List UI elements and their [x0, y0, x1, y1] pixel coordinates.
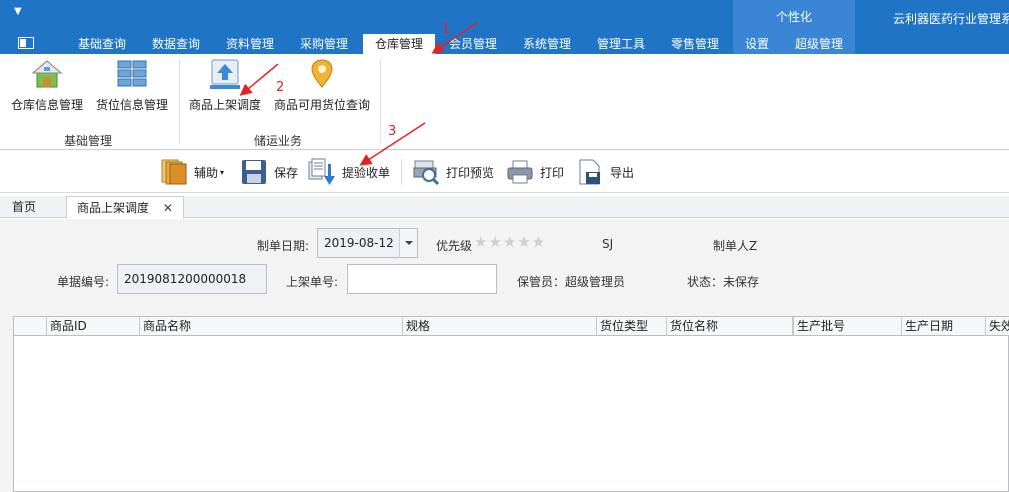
assist-label: 辅助 [194, 165, 219, 180]
goods-shelving-button[interactable]: 商品上架调度 [186, 58, 264, 113]
save-button[interactable]: 保存 [240, 157, 298, 187]
date-value: 2019-08-12 [324, 236, 394, 250]
upload-arrow-icon [209, 58, 241, 90]
priority-label: 优先级 [436, 239, 473, 253]
goods-grid[interactable]: 商品ID 商品名称 规格 货位类型 货位名称 生产批号 生产日期 失效 [13, 316, 1009, 492]
doc-no-value: 2019081200000018 [124, 272, 247, 286]
annotation-number-1: 1 [442, 22, 451, 37]
grid-col-spec[interactable]: 规格 [403, 317, 597, 336]
tab-home[interactable]: 首页 [2, 196, 46, 218]
print-button[interactable]: 打印 [506, 157, 564, 187]
printer-icon [506, 158, 534, 186]
assist-dropdown-button[interactable]: 辅助 ▾ [160, 157, 224, 187]
grid-col-goods-id[interactable]: 商品ID [47, 317, 140, 336]
annotation-number-3: 3 [388, 124, 397, 139]
save-label: 保存 [274, 165, 299, 180]
print-preview-label: 打印预览 [446, 165, 495, 180]
tab-warehouse-management[interactable]: 仓库管理 [363, 34, 435, 54]
grid-header: 商品ID 商品名称 规格 货位类型 货位名称 生产批号 生产日期 失效 [14, 317, 1009, 336]
grid-col-goods-name[interactable]: 商品名称 [140, 317, 403, 336]
doc-no-field[interactable]: 2019081200000018 [117, 264, 267, 294]
inspection-receipt-button[interactable]: 提验收单 [308, 157, 390, 187]
tab-purchase-management[interactable]: 采购管理 [293, 34, 355, 54]
shelf-no-label: 上架单号: [286, 275, 339, 289]
grid-col-batch-no[interactable]: 生产批号 [793, 317, 902, 336]
tab-goods-shelving[interactable]: 商品上架调度 ✕ [66, 196, 184, 219]
inspection-receipt-label: 提验收单 [342, 165, 391, 180]
ribbon-panel: 仓库信息管理 货位信息管理 基础管理 商品上架调度 商品可用货位查询 储运业务 [0, 54, 1009, 150]
tab-goods-shelving-label: 商品上架调度 [77, 201, 150, 215]
export-label: 导出 [610, 165, 635, 180]
warehouse-info-button[interactable]: 仓库信息管理 [8, 58, 86, 113]
shelf-info-button[interactable]: 货位信息管理 [92, 58, 172, 113]
grid-col-location-type[interactable]: 货位类型 [597, 317, 667, 336]
tab-basic-query[interactable]: 基础查询 [71, 34, 133, 54]
creator-label: 制单人Z [713, 239, 758, 253]
shelf-grid-icon [116, 58, 148, 90]
print-label: 打印 [540, 165, 565, 180]
shelf-no-field[interactable] [347, 264, 497, 294]
tab-tools[interactable]: 管理工具 [590, 34, 652, 54]
main-menu-tabs: 基础查询 数据查询 资料管理 采购管理 仓库管理 会员管理 系统管理 管理工具 … [0, 34, 1009, 54]
date-label: 制单日期: [257, 239, 310, 253]
grid-col-production-date[interactable]: 生产日期 [902, 317, 986, 336]
tab-home-label: 首页 [12, 200, 37, 214]
group-basic-management-label: 基础管理 [63, 134, 112, 148]
quick-access-dropdown[interactable]: ▼ [14, 6, 22, 17]
ribbon-separator [179, 60, 180, 144]
grid-col-indicator [14, 317, 47, 336]
tab-super-management[interactable]: 超级管理 [788, 34, 850, 54]
date-picker[interactable]: 2019-08-12 [317, 228, 418, 258]
group-storage-business-label: 储运业务 [253, 134, 302, 148]
keeper-text: 保管员：超级管理员 [517, 275, 626, 289]
folder-stack-icon [160, 158, 188, 186]
goods-shelving-label: 商品上架调度 [188, 98, 261, 112]
print-preview-icon [412, 158, 440, 186]
doc-type-code: SJ [602, 237, 614, 251]
print-preview-button[interactable]: 打印预览 [412, 157, 494, 187]
tab-data-query[interactable]: 数据查询 [145, 34, 207, 54]
tab-data-management[interactable]: 资料管理 [219, 34, 281, 54]
export-file-icon [576, 158, 604, 186]
floppy-disk-icon [240, 158, 268, 186]
chevron-down-icon: ▾ [220, 167, 225, 177]
tab-member-management[interactable]: 会员管理 [442, 34, 504, 54]
tab-settings[interactable]: 设置 [740, 34, 774, 54]
annotation-number-2: 2 [276, 80, 285, 95]
warehouse-house-icon [31, 58, 63, 90]
status-text: 状态：未保存 [687, 275, 760, 289]
grid-col-expiry[interactable]: 失效 [986, 317, 1009, 336]
export-button[interactable]: 导出 [576, 157, 634, 187]
priority-star-rating[interactable]: ★★★★★ [474, 233, 546, 251]
available-location-query-label: 商品可用货位查询 [273, 98, 370, 112]
shelf-info-label: 货位信息管理 [95, 98, 168, 112]
tab-system-management[interactable]: 系统管理 [516, 34, 578, 54]
doc-no-label: 单据编号: [57, 275, 110, 289]
ribbon-separator [380, 60, 381, 144]
grid-col-location-name[interactable]: 货位名称 [667, 317, 793, 336]
close-icon[interactable]: ✕ [163, 201, 173, 215]
location-pin-icon [306, 58, 338, 90]
documents-arrow-down-icon [308, 158, 336, 186]
document-tabs: 首页 商品上架调度 ✕ [0, 196, 1009, 219]
title-menubar: ▼ 个性化 云利器医药行业管理系 基础查询 数据查询 资料管理 采购管理 仓库管… [0, 0, 1009, 54]
document-toolbar: 辅助 ▾ 保存 提验收单 打印预览 打印 导出 [0, 151, 1009, 193]
tab-retail-management[interactable]: 零售管理 [664, 34, 726, 54]
toolbar-separator [401, 159, 402, 185]
persona-label: 个性化 [775, 10, 812, 24]
warehouse-info-label: 仓库信息管理 [10, 98, 83, 112]
available-location-query-button[interactable]: 商品可用货位查询 [271, 58, 373, 113]
chevron-down-icon[interactable] [399, 229, 417, 257]
app-title: 云利器医药行业管理系 [893, 12, 1009, 26]
